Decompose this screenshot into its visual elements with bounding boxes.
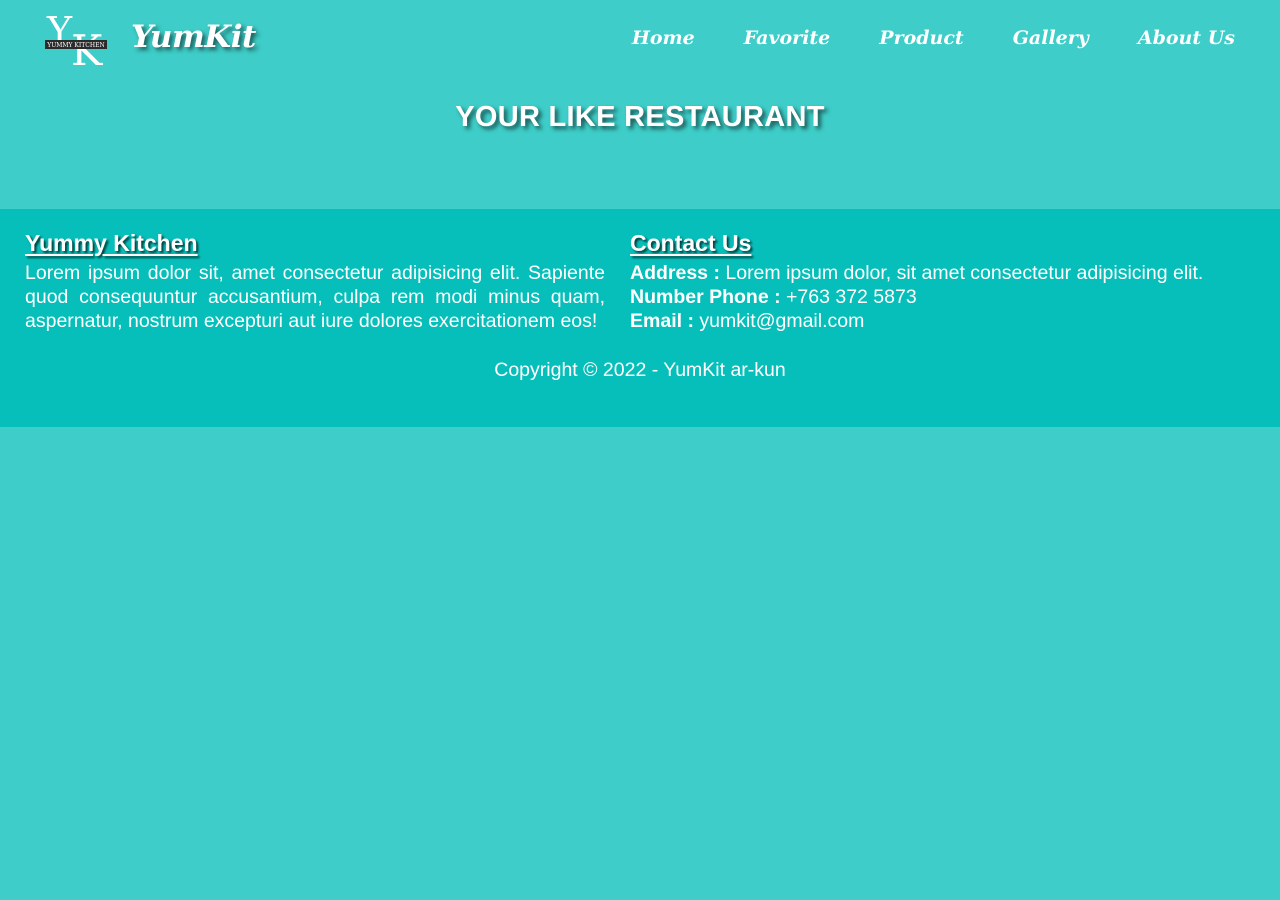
main-nav: Home Favorite Product Gallery About Us [632,24,1235,52]
nav-gallery[interactable]: Gallery [1013,24,1089,52]
footer: Yummy Kitchen Lorem ipsum dolor sit, ame… [0,209,1280,427]
phone-value: +763 372 5873 [786,286,917,308]
footer-about: Yummy Kitchen Lorem ipsum dolor sit, ame… [25,229,605,333]
navbar: Y K YUMMY KITCHEN YumKit Home Favorite P… [0,0,1280,76]
email-value: yumkit@gmail.com [699,310,865,332]
contact-address: Address : Lorem ipsum dolor, sit amet co… [630,261,1255,285]
svg-text:YUMMY KITCHEN: YUMMY KITCHEN [46,42,104,49]
nav-home[interactable]: Home [632,24,695,52]
hero-section: YOUR LIKE RESTAURANT [0,76,1280,209]
contact-phone: Number Phone : +763 372 5873 [630,285,1255,309]
logo[interactable]: Y K YUMMY KITCHEN [45,10,107,66]
address-label: Address : [630,262,720,284]
about-text: Lorem ipsum dolor sit, amet consectetur … [25,262,605,332]
contact-email: Email : yumkit@gmail.com [630,309,1255,333]
footer-columns: Yummy Kitchen Lorem ipsum dolor sit, ame… [25,229,1255,333]
brand-name[interactable]: YumKit [131,17,256,57]
about-heading: Yummy Kitchen [25,230,198,256]
nav-product[interactable]: Product [879,24,963,52]
copyright: Copyright © 2022 - YumKit ar-kun [494,359,786,381]
email-label: Email : [630,310,694,332]
hero-title: YOUR LIKE RESTAURANT [455,101,825,133]
nav-favorite[interactable]: Favorite [744,24,831,52]
nav-about-us[interactable]: About Us [1138,24,1235,52]
address-value: Lorem ipsum dolor, sit amet consectetur … [725,262,1204,284]
footer-contact: Contact Us Address : Lorem ipsum dolor, … [630,229,1255,333]
contact-heading: Contact Us [630,230,752,256]
phone-label: Number Phone : [630,286,781,308]
